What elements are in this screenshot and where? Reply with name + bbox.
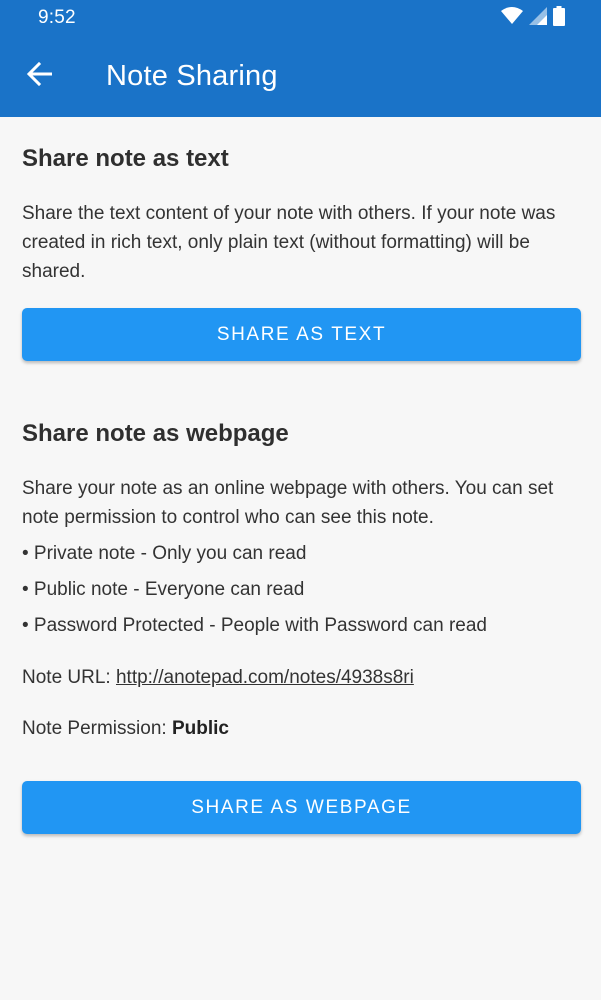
- page-title: Note Sharing: [106, 60, 278, 92]
- status-bar: 9:52: [0, 0, 601, 36]
- note-url-label: Note URL:: [22, 667, 116, 688]
- share-as-webpage-button[interactable]: SHARE AS WEBPAGE: [22, 781, 581, 834]
- note-permission-row: Note Permission: Public: [22, 716, 229, 742]
- status-icons: [501, 5, 565, 31]
- bullet-password: • Password Protected - People with Passw…: [22, 615, 487, 636]
- signal-icon: [529, 6, 547, 30]
- note-permission-label: Note Permission:: [22, 718, 172, 739]
- note-url-link[interactable]: http://anotepad.com/notes/4938s8ri: [116, 667, 414, 688]
- arrow-back-icon: [26, 61, 53, 91]
- battery-icon: [553, 5, 565, 31]
- bullet-public: • Public note - Everyone can read: [22, 579, 305, 600]
- note-permission-value: Public: [171, 718, 229, 739]
- share-webpage-description: Share your note as an online webpage wit…: [22, 478, 554, 528]
- share-text-heading: Share note as text: [22, 145, 229, 172]
- share-as-text-button[interactable]: SHARE AS TEXT: [22, 308, 581, 361]
- share-webpage-heading: Share note as webpage: [22, 420, 289, 447]
- bullet-private: • Private note - Only you can read: [22, 543, 307, 564]
- note-url-row: Note URL: http://anotepad.com/notes/4938…: [22, 665, 414, 691]
- status-time: 9:52: [38, 7, 76, 28]
- wifi-icon: [501, 6, 523, 30]
- app-bar: Note Sharing: [0, 36, 601, 117]
- share-text-description: Share the text content of your note with…: [22, 203, 556, 282]
- back-button[interactable]: [16, 53, 62, 99]
